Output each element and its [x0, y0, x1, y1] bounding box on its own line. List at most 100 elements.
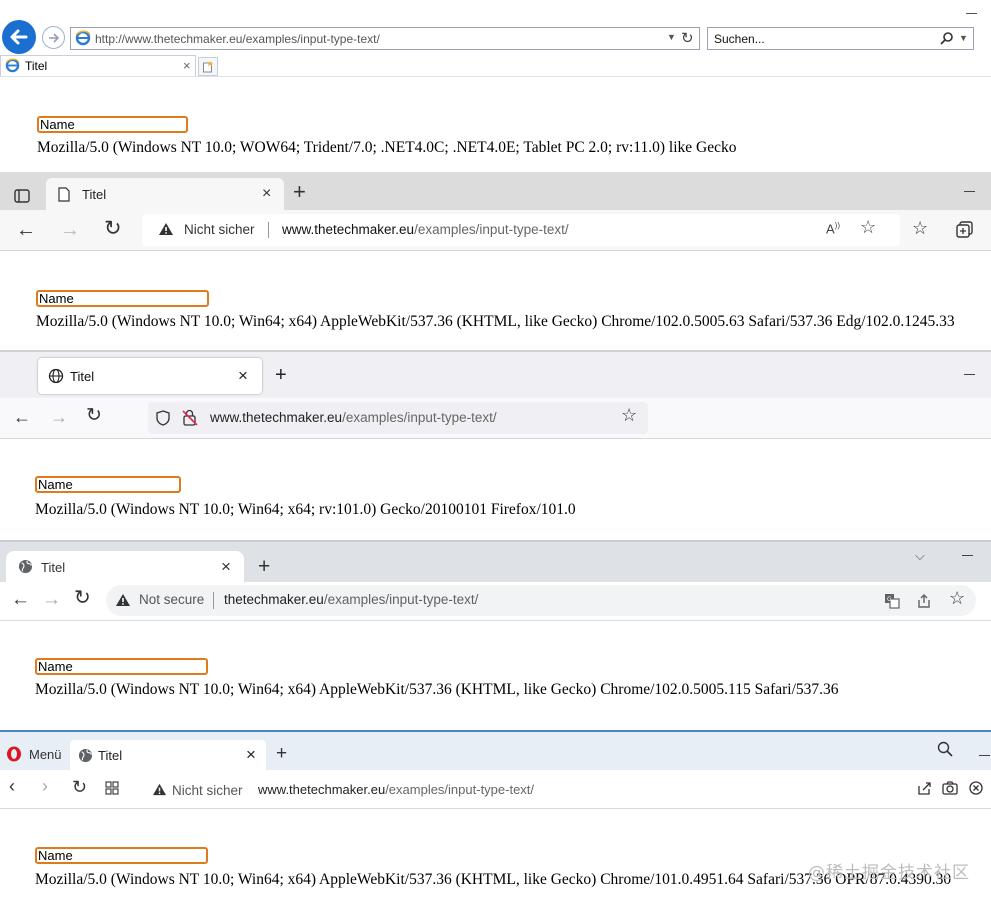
back-icon[interactable]: ← — [13, 408, 31, 426]
tab-titel[interactable]: Titel × — [38, 358, 262, 394]
ie-window: http://www.thetechmaker.eu/examples/inpu… — [0, 0, 991, 172]
new-tab-icon[interactable]: + — [258, 556, 270, 577]
minimize-icon[interactable] — [964, 191, 975, 192]
name-input[interactable]: Name — [35, 476, 181, 493]
search-box[interactable]: Suchen... ▼ — [707, 27, 974, 50]
url-path: /examples/input-type-text/ — [414, 222, 569, 237]
warning-icon[interactable] — [115, 593, 131, 607]
search-tabs-icon[interactable] — [937, 741, 953, 757]
user-agent-text: Mozilla/5.0 (Windows NT 10.0; Win64; x64… — [35, 501, 576, 518]
url-path: /examples/input-type-text/ — [385, 782, 535, 797]
url-text[interactable]: thetechmaker.eu/examples/input-type-text… — [224, 592, 478, 607]
close-tab-icon[interactable]: × — [262, 185, 271, 203]
close-tab-icon[interactable]: × — [183, 58, 191, 73]
reload-icon[interactable]: ↻ — [72, 778, 87, 796]
dropdown-icon[interactable]: ▼ — [667, 32, 676, 42]
tab-title: Titel — [70, 369, 95, 384]
bookmark-star-icon[interactable]: ☆ — [621, 406, 637, 424]
tab-titel[interactable]: Titel × — [0, 55, 196, 77]
forward-icon[interactable]: › — [42, 777, 48, 795]
security-label[interactable]: Nicht sicher — [184, 222, 255, 237]
security-label[interactable]: Not secure — [139, 592, 204, 607]
opera-logo-icon[interactable] — [6, 746, 22, 762]
url-host: www.thetechmaker.eu — [282, 222, 415, 237]
globe-icon — [48, 368, 64, 384]
menu-label[interactable]: Menü — [29, 747, 62, 762]
forward-icon[interactable]: → — [50, 408, 68, 426]
forward-icon[interactable]: → — [42, 590, 61, 609]
tab-title: Titel — [41, 560, 66, 575]
warning-icon[interactable] — [152, 783, 167, 796]
warning-icon[interactable] — [158, 222, 174, 236]
url-path: /examples/input-type-text/ — [342, 410, 497, 425]
tab-strip: Menü Titel × + — [0, 730, 991, 772]
user-agent-text: Mozilla/5.0 (Windows NT 10.0; WOW64; Tri… — [37, 139, 737, 156]
close-tab-icon[interactable]: × — [238, 366, 248, 386]
close-tab-icon[interactable]: × — [221, 557, 231, 577]
search-icon[interactable] — [940, 31, 954, 45]
name-input[interactable]: Name — [37, 116, 188, 133]
new-tab-icon[interactable]: + — [276, 744, 287, 763]
minimize-icon[interactable] — [966, 13, 977, 14]
collections-icon[interactable] — [956, 221, 974, 239]
translate-icon[interactable]: G — [884, 593, 900, 609]
tab-titel[interactable]: Titel × — [6, 551, 244, 584]
share-icon[interactable] — [917, 781, 931, 795]
speed-dial-icon[interactable] — [105, 781, 119, 795]
url-text[interactable]: http://www.thetechmaker.eu/examples/inpu… — [95, 32, 380, 46]
read-aloud-icon[interactable]: A)) — [826, 221, 840, 236]
name-input[interactable]: Name — [35, 658, 208, 675]
camera-icon[interactable] — [942, 781, 958, 795]
toolbar: ← → ↻ www.thetechmaker.eu/examples/input… — [0, 398, 991, 439]
favorites-icon[interactable]: ☆ — [912, 219, 928, 237]
tab-strip: Titel × + — [0, 172, 991, 211]
share-icon[interactable] — [916, 593, 932, 609]
new-tab-button[interactable] — [198, 57, 218, 76]
tab-titel[interactable]: Titel × — [70, 740, 266, 772]
close-tab-icon[interactable]: × — [246, 745, 256, 765]
security-label[interactable]: Nicht sicher — [172, 783, 243, 798]
separator — [213, 592, 214, 609]
minimize-icon[interactable] — [979, 755, 990, 756]
new-tab-icon[interactable]: + — [275, 365, 287, 385]
address-bar[interactable]: Nicht sicher www.thetechmaker.eu/example… — [142, 214, 900, 246]
new-tab-icon[interactable]: + — [293, 181, 306, 203]
name-input[interactable]: Name — [35, 847, 208, 864]
tab-search-icon[interactable]: ⌵ — [915, 548, 925, 564]
insecure-lock-icon[interactable] — [182, 409, 198, 426]
search-dropdown-icon[interactable]: ▼ — [959, 33, 968, 43]
tab-actions-icon[interactable] — [14, 189, 30, 203]
tab-titel[interactable]: Titel × — [46, 178, 284, 211]
refresh-icon[interactable]: ↻ — [104, 218, 122, 239]
forward-button[interactable] — [42, 26, 65, 49]
minimize-icon[interactable] — [962, 555, 973, 556]
address-bar[interactable]: http://www.thetechmaker.eu/examples/inpu… — [70, 27, 700, 50]
url-text[interactable]: www.thetechmaker.eu/examples/input-type-… — [258, 782, 534, 797]
chrome-window: Titel × + ⌵ ← → ↻ Not secure thetechmake… — [0, 540, 991, 730]
url-text[interactable]: www.thetechmaker.eu/examples/input-type-… — [282, 222, 569, 237]
firefox-window: Titel × + ← → ↻ www.thetechmaker.eu/exam… — [0, 350, 991, 540]
refresh-icon[interactable]: ↻ — [681, 29, 694, 47]
reload-icon[interactable]: ↻ — [86, 406, 102, 425]
url-path: /examples/input-type-text/ — [323, 592, 479, 607]
minimize-icon[interactable] — [964, 374, 975, 375]
url-host: thetechmaker.eu — [224, 592, 324, 607]
name-input[interactable]: Name — [36, 290, 209, 307]
back-button[interactable] — [2, 20, 36, 54]
reload-icon[interactable]: ↻ — [74, 588, 91, 608]
address-bar[interactable]: www.thetechmaker.eu/examples/input-type-… — [148, 402, 648, 434]
search-input[interactable]: Suchen... — [714, 32, 765, 46]
ad-block-icon[interactable] — [969, 781, 983, 795]
shield-icon[interactable] — [156, 410, 170, 426]
back-icon[interactable]: ‹ — [9, 777, 15, 795]
globe-icon — [18, 559, 33, 574]
back-icon[interactable]: ← — [11, 590, 30, 609]
address-bar[interactable]: Not secure thetechmaker.eu/examples/inpu… — [106, 585, 976, 616]
add-favorite-icon[interactable]: ☆ — [860, 218, 876, 236]
url-text[interactable]: www.thetechmaker.eu/examples/input-type-… — [210, 410, 497, 425]
globe-icon — [78, 748, 93, 763]
bookmark-star-icon[interactable]: ☆ — [949, 589, 965, 607]
tab-strip: Titel × + ⌵ — [0, 540, 991, 584]
back-icon[interactable]: ← — [16, 220, 36, 240]
forward-icon[interactable]: → — [60, 220, 80, 240]
